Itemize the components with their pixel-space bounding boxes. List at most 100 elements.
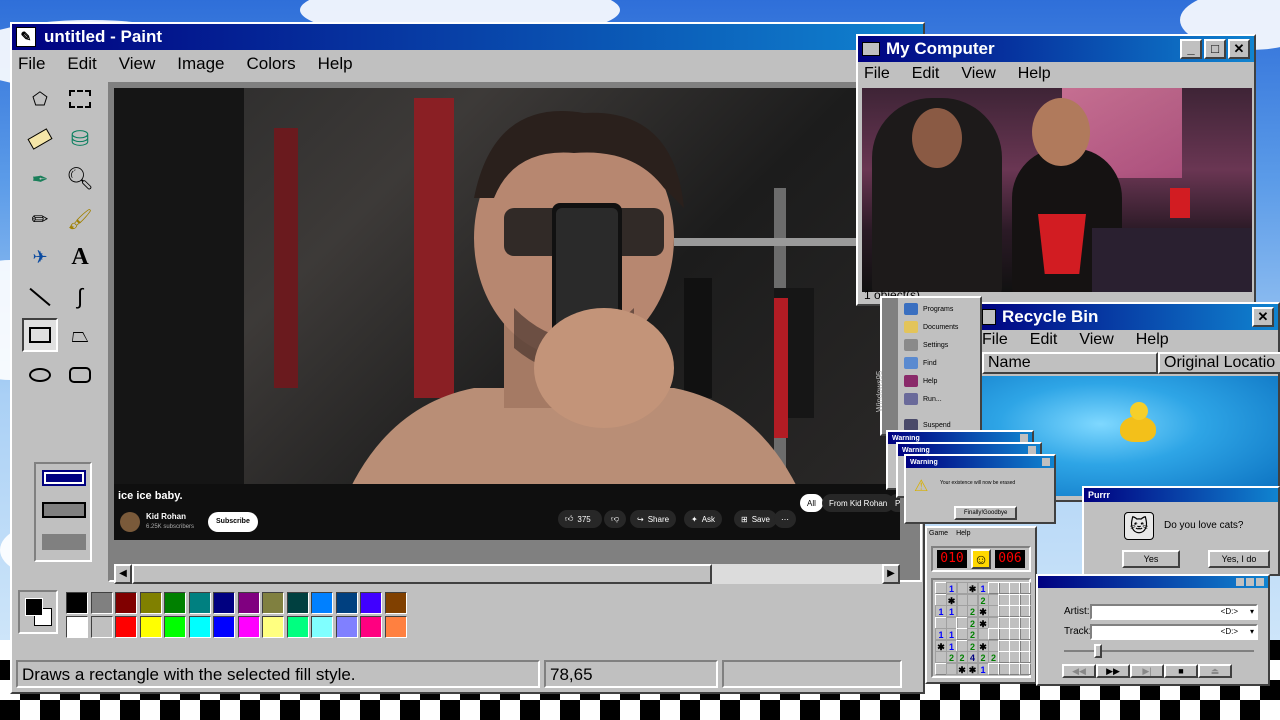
current-colors[interactable]: [18, 590, 58, 634]
scroll-thumb[interactable]: [132, 564, 712, 584]
close-button[interactable]: ✕: [1252, 307, 1274, 327]
start-programs[interactable]: Programs: [904, 300, 953, 318]
warning-titlebar[interactable]: Warning: [906, 456, 1054, 468]
color-swatch[interactable]: [286, 616, 309, 638]
airbrush-tool-icon[interactable]: ✈: [22, 240, 58, 274]
channel-avatar[interactable]: [120, 512, 140, 532]
slider-thumb[interactable]: [1094, 644, 1102, 658]
color-swatch[interactable]: [66, 592, 88, 614]
canvas-area[interactable]: ice ice baby. Kid Rohan 6.25K subscriber…: [108, 82, 922, 584]
menu-game[interactable]: Game: [929, 530, 948, 537]
menu-help[interactable]: Help: [1136, 331, 1169, 349]
next-track-button[interactable]: ▶▶: [1096, 664, 1130, 678]
yes-button[interactable]: Yes: [1122, 550, 1180, 568]
chip-all[interactable]: All: [800, 494, 823, 512]
foreground-color-swatch[interactable]: [25, 598, 43, 616]
menu-edit[interactable]: Edit: [912, 65, 940, 83]
color-swatch[interactable]: [237, 616, 260, 638]
eraser-tool-icon[interactable]: [22, 122, 58, 156]
seek-slider[interactable]: [1064, 644, 1254, 658]
mine-cell[interactable]: [1019, 662, 1031, 675]
color-swatch[interactable]: [66, 616, 88, 638]
menu-view[interactable]: View: [119, 54, 156, 74]
purr-titlebar[interactable]: Purrr: [1084, 488, 1278, 502]
color-swatch[interactable]: [335, 592, 358, 614]
color-swatch[interactable]: [164, 616, 186, 638]
menu-image[interactable]: Image: [177, 54, 224, 74]
like-button[interactable]: 👍︎ 375: [558, 510, 602, 528]
start-find[interactable]: Find: [904, 354, 937, 372]
curve-tool-icon[interactable]: ∫: [62, 280, 98, 314]
menu-file[interactable]: File: [18, 54, 45, 74]
color-swatch[interactable]: [90, 592, 113, 614]
chip-from-channel[interactable]: From Kid Rohan: [822, 494, 895, 512]
color-swatch[interactable]: [360, 592, 382, 614]
maximize-button[interactable]: [1246, 578, 1254, 586]
scroll-right-arrow[interactable]: ▶: [882, 564, 900, 584]
menu-help[interactable]: Help: [956, 530, 970, 537]
previous-track-button[interactable]: ◀◀: [1062, 664, 1096, 678]
menu-edit[interactable]: Edit: [1030, 331, 1058, 349]
horizontal-scrollbar[interactable]: ◀ ▶: [114, 564, 900, 584]
fill-style-outline-filled[interactable]: [42, 502, 86, 518]
close-button[interactable]: [1020, 434, 1028, 442]
eject-button[interactable]: ⏏: [1198, 664, 1232, 678]
start-run[interactable]: Run...: [904, 390, 942, 408]
rectangle-tool-icon[interactable]: [22, 318, 58, 352]
close-button[interactable]: ✕: [1228, 39, 1250, 59]
minimize-button[interactable]: _: [1180, 39, 1202, 59]
color-swatch[interactable]: [237, 592, 260, 614]
mine-cell[interactable]: [1019, 593, 1031, 606]
subscribe-button[interactable]: Subscribe: [208, 512, 258, 532]
menu-help[interactable]: Help: [318, 54, 353, 74]
column-name[interactable]: Name: [982, 352, 1158, 374]
color-swatch[interactable]: [213, 592, 235, 614]
smiley-face-button[interactable]: ☺: [971, 549, 991, 569]
color-picker-tool-icon[interactable]: ✒: [22, 162, 58, 196]
close-button[interactable]: [1042, 458, 1050, 466]
color-swatch[interactable]: [213, 616, 235, 638]
color-swatch[interactable]: [188, 616, 211, 638]
color-swatch[interactable]: [384, 616, 407, 638]
mine-grid[interactable]: 1 ✱ 1 ✱ 2 1 1 2 ✱ 2 ✱ 1 1 2 ✱ 1 2 ✱ 2 2 4 2 2 ✱ ✱ 1: [931, 578, 1031, 678]
ellipse-tool-icon[interactable]: [22, 358, 58, 392]
yes-i-do-button[interactable]: Yes, I do: [1208, 550, 1270, 568]
line-tool-icon[interactable]: [22, 280, 58, 314]
track-select[interactable]: <D:> ▾: [1090, 624, 1258, 640]
stop-button[interactable]: ■: [1164, 664, 1198, 678]
start-help[interactable]: Help: [904, 372, 937, 390]
color-swatch[interactable]: [311, 616, 333, 638]
share-button[interactable]: ↪ Share: [630, 510, 677, 528]
menu-help[interactable]: Help: [1018, 65, 1051, 83]
color-swatch[interactable]: [90, 616, 113, 638]
color-swatch[interactable]: [286, 592, 309, 614]
cd-player-titlebar[interactable]: [1038, 576, 1268, 588]
artist-select[interactable]: <D:> ▾: [1090, 604, 1258, 620]
color-swatch[interactable]: [164, 592, 186, 614]
column-original-location[interactable]: Original Locatio: [1158, 352, 1280, 374]
menu-edit[interactable]: Edit: [67, 54, 96, 74]
polygon-tool-icon[interactable]: ⏢: [62, 318, 98, 352]
start-settings[interactable]: Settings: [904, 336, 948, 354]
warning-ok-button[interactable]: Finally!Goodbye: [954, 506, 1018, 520]
color-swatch[interactable]: [139, 592, 162, 614]
fill-style-outline[interactable]: [42, 470, 86, 486]
fill-style-filled[interactable]: [42, 534, 86, 550]
mine-cell[interactable]: [1019, 582, 1031, 594]
more-button[interactable]: ⋯: [774, 510, 796, 528]
magnifier-tool-icon[interactable]: 🔍︎: [62, 162, 98, 196]
select-tool-icon[interactable]: [62, 82, 98, 116]
my-computer-titlebar[interactable]: My Computer _ □ ✕: [858, 36, 1254, 62]
color-swatch[interactable]: [384, 592, 407, 614]
color-swatch[interactable]: [311, 592, 333, 614]
free-select-tool-icon[interactable]: ⬠: [22, 82, 58, 116]
reaction-video[interactable]: [862, 88, 1252, 292]
color-swatch[interactable]: [360, 616, 382, 638]
maximize-button[interactable]: □: [1204, 39, 1226, 59]
minimize-button[interactable]: [1236, 578, 1244, 586]
pencil-tool-icon[interactable]: ✏: [22, 202, 58, 236]
fill-tool-icon[interactable]: ⛁: [62, 122, 98, 156]
color-swatch[interactable]: [262, 616, 284, 638]
mine-cell[interactable]: [1019, 639, 1031, 652]
paint-titlebar[interactable]: ✎ untitled - Paint: [12, 24, 923, 50]
